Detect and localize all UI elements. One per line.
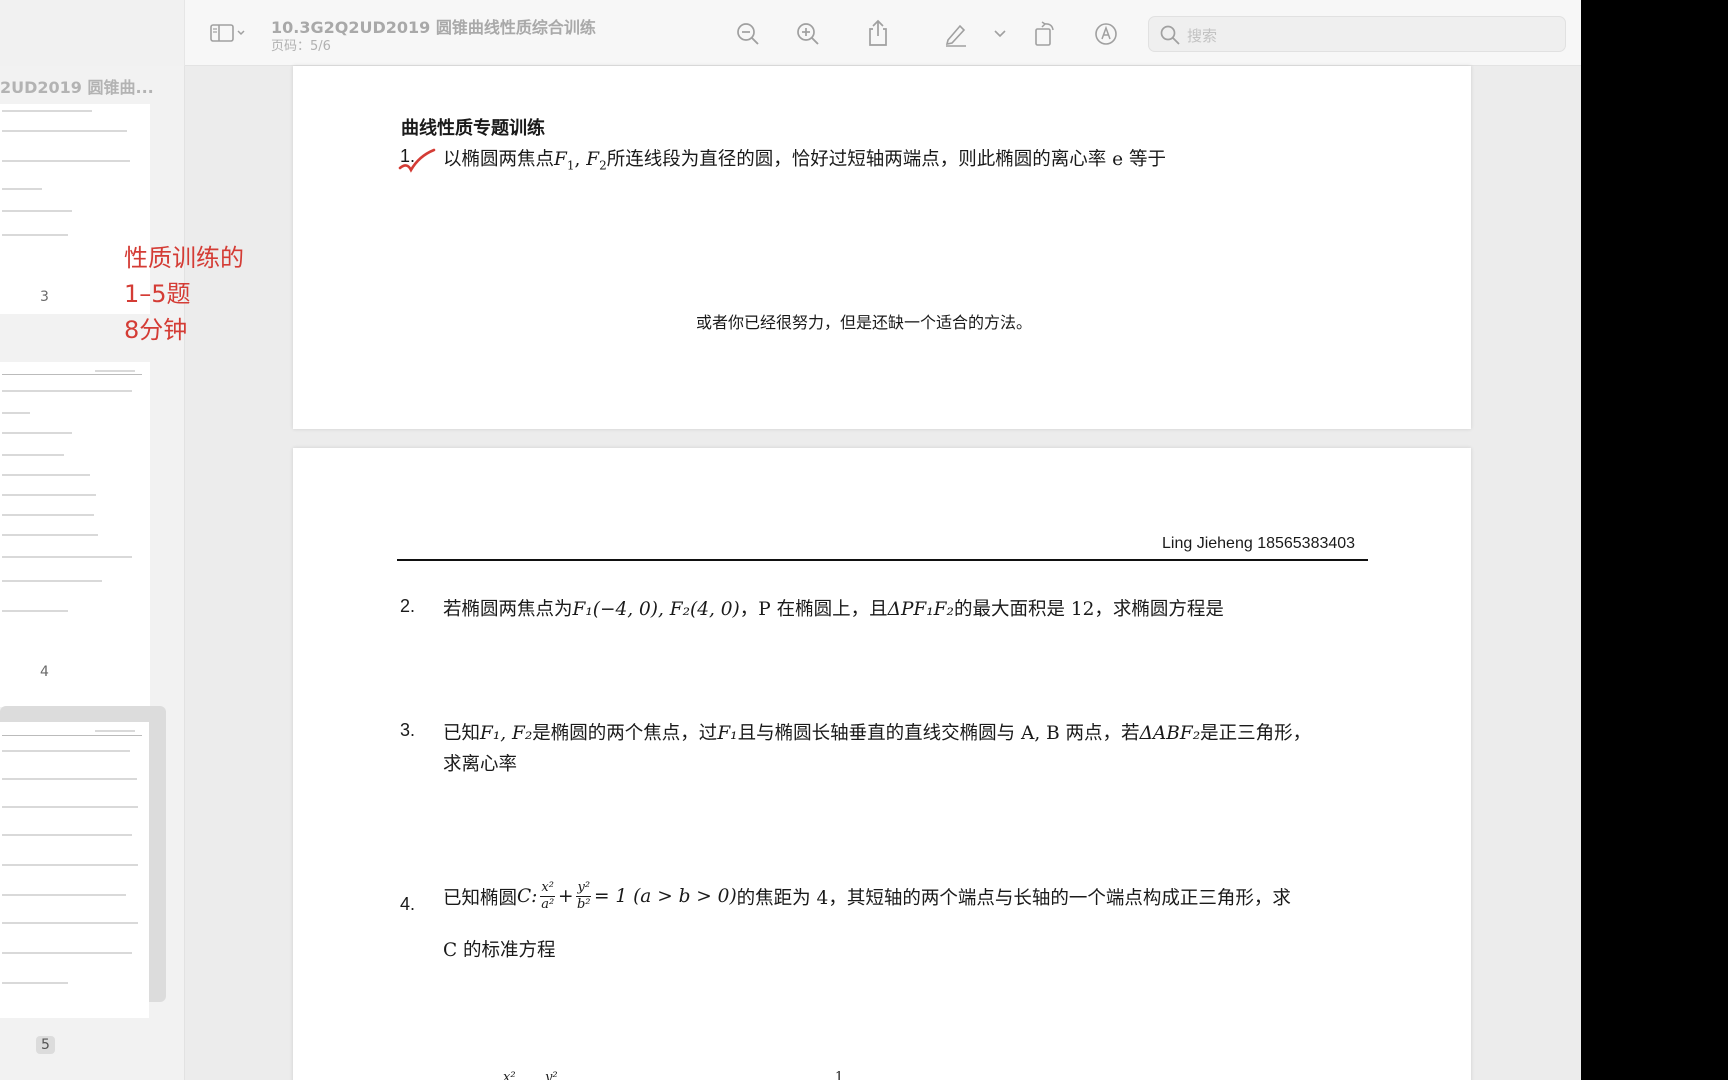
- q3-text-b: 是椭圆的两个焦点，过: [532, 723, 718, 744]
- sidebar-toggle-button[interactable]: [209, 22, 249, 44]
- search-placeholder: 搜索: [1187, 27, 1218, 45]
- q5-partial-x: x²: [503, 1070, 516, 1080]
- zoom-out-button[interactable]: [734, 20, 762, 48]
- chevron-down-icon: [237, 30, 245, 36]
- q2-text-c: 的最大面积是 12，求椭圆方程是: [953, 599, 1224, 620]
- share-button[interactable]: [864, 18, 892, 48]
- q4-fraction-x: x² a²: [540, 880, 555, 913]
- q5-partial-one: 1: [835, 1070, 844, 1080]
- q2-text-b: ，P 在椭圆上，且: [739, 599, 888, 620]
- q1-math-f: F: [554, 149, 567, 170]
- q4-math-eq: = 1 (a > b > 0): [594, 886, 737, 907]
- toolbar-sidebar-strip: [0, 0, 185, 66]
- q3-math-triangle: ΔABF₂: [1139, 723, 1201, 744]
- thumbnail-label-4[interactable]: 4: [40, 664, 49, 680]
- thumbnail-label-3[interactable]: 3: [40, 289, 49, 305]
- q1-text-a: 以椭圆两焦点: [443, 149, 555, 170]
- annotate-button[interactable]: [1092, 20, 1120, 48]
- q5-partial-y: y²: [545, 1070, 558, 1080]
- zoom-out-icon: [737, 23, 759, 45]
- note-line-3: 8分钟: [124, 316, 188, 344]
- red-check-mark: [398, 148, 436, 173]
- q1-sub-2: 2: [599, 158, 607, 173]
- thumbnail-page-4[interactable]: [0, 362, 150, 707]
- document-page-4-bottom: 曲线性质专题训练 1. 以椭圆两焦点F1, F2所连线段为直径的圆，恰好过短轴两…: [293, 66, 1471, 429]
- question-number-2: 2.: [400, 596, 416, 616]
- thumbnail-page-5[interactable]: [0, 722, 149, 1018]
- q4-plus: +: [557, 886, 574, 907]
- note-line-1: 性质训练的: [124, 244, 244, 272]
- q4-frac2-num: y²: [576, 880, 592, 897]
- q1-sub-1: 1: [566, 158, 575, 173]
- markup-button[interactable]: [942, 20, 970, 48]
- pdf-viewer-window: 10.3G2Q2UD2019 圆锥曲线性质综合训练 页码：5/6 搜索 2UD2…: [0, 0, 1581, 1080]
- chevron-down-icon: [994, 30, 1006, 38]
- q2-math-triangle: ΔPF₁F₂: [887, 599, 954, 620]
- q2-math-foci: F₁(−4, 0), F₂(4, 0): [572, 599, 740, 620]
- share-icon: [869, 19, 887, 46]
- q2-text-a: 若椭圆两焦点为: [443, 599, 573, 620]
- question-4-text: 已知椭圆 C: x² a² + y² b² = 1 (a > b > 0) 的焦距为…: [443, 880, 1291, 913]
- q4-frac1-num: x²: [540, 880, 555, 897]
- sidebar-document-title: 2UD2019 圆锥曲...: [0, 78, 154, 97]
- question-2-text: 若椭圆两焦点为F₁(−4, 0), F₂(4, 0)，P 在椭圆上，且ΔPF₁F…: [443, 595, 1224, 621]
- toolbar: 10.3G2Q2UD2019 圆锥曲线性质综合训练 页码：5/6 搜索: [0, 0, 1581, 66]
- rotate-button[interactable]: [1031, 18, 1059, 48]
- document-page-5: Ling Jieheng 18565383403 2. 若椭圆两焦点为F₁(−4…: [293, 448, 1471, 1080]
- rotate-icon: [1035, 21, 1054, 46]
- q4-frac1-den: a²: [541, 897, 555, 912]
- q1-math-f2: F: [586, 149, 600, 170]
- question-1-text: 以椭圆两焦点F1, F2所连线段为直径的圆，恰好过短轴两端点，则此椭圆的离心率 …: [443, 145, 1166, 173]
- zoom-in-button[interactable]: [794, 20, 822, 48]
- page-indicator: 页码：5/6: [271, 39, 331, 54]
- q4-text-b: 的焦距为 4，其短轴的两个端点与长轴的一个端点构成正三角形，求: [736, 887, 1291, 909]
- note-line-2: 1–5题: [124, 280, 191, 308]
- question-3-text: 已知F₁, F₂是椭圆的两个焦点，过F₁且与椭圆长轴垂直的直线交椭圆与 A, B…: [443, 719, 1311, 745]
- q4-math-c: C:: [517, 886, 538, 907]
- zoom-in-icon: [797, 23, 819, 45]
- section-heading: 曲线性质专题训练: [401, 118, 545, 139]
- question-3-line-2: 求离心率: [443, 754, 518, 775]
- question-number-3: 3.: [400, 720, 416, 740]
- motto-text: 或者你已经很努力，但是还缺一个适合的方法。: [696, 313, 1033, 332]
- q4-text-a: 已知椭圆: [443, 887, 518, 909]
- thumbnail-label-5[interactable]: 5: [36, 1036, 55, 1054]
- question-number-4: 4.: [400, 894, 416, 914]
- q1-comma: ,: [574, 149, 581, 170]
- handwritten-note: 性质训练的 1–5题 8分钟: [124, 240, 244, 348]
- q1-text-b: 所连线段为直径的圆，恰好过短轴两端点，则此椭圆的离心率 e 等于: [606, 149, 1166, 170]
- q4-frac2-den: b²: [576, 897, 591, 912]
- q3-text-c: 且与椭圆长轴垂直的直线交椭圆与 A, B 两点，若: [737, 723, 1140, 744]
- q4-fraction-y: y² b²: [576, 880, 592, 913]
- screen-edge-black: [1581, 0, 1728, 1080]
- q3-math-f1: F₁: [717, 723, 738, 744]
- search-field[interactable]: 搜索: [1148, 16, 1566, 52]
- markup-dropdown-button[interactable]: [992, 26, 1008, 42]
- sidebar-toggle-icon: [210, 24, 245, 42]
- markup-pen-icon: [945, 24, 966, 47]
- annotate-icon: [1095, 23, 1117, 45]
- q3-math-foci: F₁, F₂: [480, 723, 533, 744]
- search-icon: [1160, 25, 1180, 45]
- header-rule: [397, 559, 1368, 561]
- q3-text-a: 已知: [443, 723, 481, 744]
- page-header-name: Ling Jieheng 18565383403: [1162, 535, 1356, 552]
- q3-text-d: 是正三角形，: [1200, 723, 1312, 744]
- thumbnail-sidebar[interactable]: 2UD2019 圆锥曲... 3 4 5: [0, 66, 185, 1080]
- question-4-line-2: C 的标准方程: [443, 940, 556, 961]
